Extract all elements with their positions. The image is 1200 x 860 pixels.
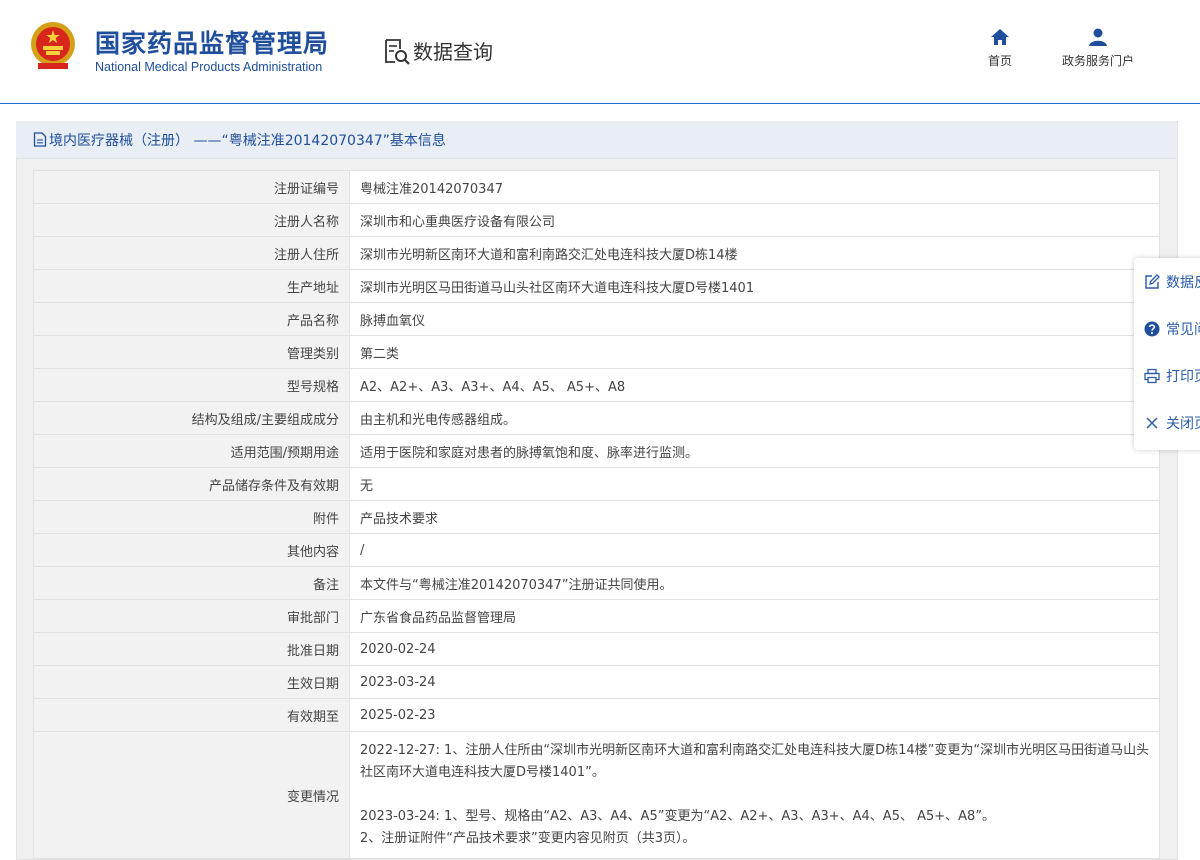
change-line: 2022-12-27: 1、注册人住所由“深圳市光明新区南环大道和富利南路交汇处… (360, 743, 1150, 780)
site-header: 国家药品监督管理局 National Medical Products Admi… (0, 0, 1200, 104)
row-value: 2020-02-24 (349, 632, 1160, 666)
data-query-title: 数据查询 (383, 36, 493, 65)
panel-title: 境内医疗器械（注册） ——“粤械注准20142070347”基本信息 (49, 132, 446, 149)
row-key: 产品储存条件及有效期 (33, 467, 350, 501)
help-icon (1144, 321, 1160, 337)
row-key: 变更情况 (33, 731, 350, 859)
row-value: 深圳市和心重典医疗设备有限公司 (349, 203, 1160, 237)
table-row: 型号规格 A2、A2+、A3、A3+、A4、A5、 A5+、A8 (33, 368, 1160, 402)
row-key: 审批部门 (33, 599, 350, 633)
close-page-label: 关闭页面 (1166, 416, 1200, 432)
row-value: 产品技术要求 (349, 500, 1160, 534)
feedback-label: 数据反馈 (1166, 275, 1200, 291)
row-value: 脉搏血氧仪 (349, 302, 1160, 336)
user-icon (1089, 28, 1107, 46)
nav-gov-service-portal[interactable]: 政务服务门户 (1050, 28, 1146, 69)
row-key: 有效期至 (33, 698, 350, 732)
nav-gov-label: 政务服务门户 (1061, 54, 1134, 68)
row-key: 注册人名称 (33, 203, 350, 237)
table-row: 其他内容 / (33, 533, 1160, 567)
row-key: 生效日期 (33, 665, 350, 699)
row-key: 注册证编号 (33, 170, 350, 204)
feedback-button[interactable]: 数据反馈 (1134, 267, 1200, 297)
row-key: 批准日期 (33, 632, 350, 666)
row-key: 注册人住所 (33, 236, 350, 270)
row-value: 本文件与“粤械注准20142070347”注册证共同使用。 (349, 566, 1160, 600)
table-row: 结构及组成/主要组成成分 由主机和光电传感器组成。 (33, 401, 1160, 435)
national-emblem-icon (31, 22, 75, 69)
close-icon (1146, 417, 1158, 429)
org-name-cn[interactable]: 国家药品监督管理局 (95, 24, 329, 60)
change-line: 2023-03-24: 1、型号、规格由“A2、A3、A4、A5”变更为“A2、… (360, 809, 996, 824)
edit-icon (1145, 274, 1160, 289)
row-key: 型号规格 (33, 368, 350, 402)
table-row: 注册证编号 粤械注准20142070347 (33, 170, 1160, 204)
row-value: 由主机和光电传感器组成。 (349, 401, 1160, 435)
row-key: 管理类别 (33, 335, 350, 369)
table-row: 产品名称 脉搏血氧仪 (33, 302, 1160, 336)
table-row: 产品储存条件及有效期无 (33, 467, 1160, 501)
table-row: 备注 本文件与“粤械注准20142070347”注册证共同使用。 (33, 566, 1160, 600)
table-row: 有效期至 2025-02-23 (33, 698, 1160, 732)
row-value: 无 (349, 467, 1160, 501)
print-icon (1144, 368, 1160, 384)
table-row: 批准日期 2020-02-24 (33, 632, 1160, 666)
close-page-button[interactable]: 关闭页面 (1134, 408, 1200, 438)
org-name-en[interactable]: National Medical Products Administration (95, 60, 322, 74)
table-row: 附件 产品技术要求 (33, 500, 1160, 534)
row-value: 广东省食品药品监督管理局 (349, 599, 1160, 633)
row-value: 2022-12-27: 1、注册人住所由“深圳市光明新区南环大道和富利南路交汇处… (349, 731, 1160, 859)
data-search-icon (385, 38, 410, 65)
table-row: 变更情况 2022-12-27: 1、注册人住所由“深圳市光明新区南环大道和富利… (33, 731, 1160, 859)
nav-home[interactable]: 首页 (978, 28, 1022, 69)
table-row: 审批部门 广东省食品药品监督管理局 (33, 599, 1160, 633)
row-value: 粤械注准20142070347 (349, 170, 1160, 204)
faq-button[interactable]: 常见问题 (1134, 314, 1200, 344)
document-icon (33, 132, 47, 147)
row-value: 2025-02-23 (349, 698, 1160, 732)
row-value: 深圳市光明区马田街道马山头社区南环大道电连科技大厦D号楼1401 (349, 269, 1160, 303)
floating-toolbar: 数据反馈 常见问题 打印页面 关闭页面 (1134, 258, 1200, 450)
row-value: 2023-03-24 (349, 665, 1160, 699)
row-key: 产品名称 (33, 302, 350, 336)
table-row: 注册人名称 深圳市和心重典医疗设备有限公司 (33, 203, 1160, 237)
faq-label: 常见问题 (1166, 322, 1200, 338)
table-row: 适用范围/预期用途 适用于医院和家庭对患者的脉搏氧饱和度、脉率进行监测。 (33, 434, 1160, 468)
print-button[interactable]: 打印页面 (1134, 361, 1200, 391)
data-query-label: 数据查询 (413, 40, 493, 64)
table-row: 管理类别 第二类 (33, 335, 1160, 369)
row-key: 生产地址 (33, 269, 350, 303)
row-key: 备注 (33, 566, 350, 600)
change-line: 2、注册证附件“产品技术要求”变更内容见附页（共3页）。 (360, 831, 696, 846)
row-value: 第二类 (349, 335, 1160, 369)
nav-home-label: 首页 (987, 54, 1012, 68)
row-value: / (349, 533, 1160, 567)
table-row: 注册人住所 深圳市光明新区南环大道和富利南路交汇处电连科技大厦D栋14楼 (33, 236, 1160, 270)
device-info-table: 注册证编号 粤械注准20142070347 注册人名称 深圳市和心重典医疗设备有限公司… (33, 170, 1160, 859)
row-key: 适用范围/预期用途 (33, 434, 350, 468)
row-value: A2、A2+、A3、A3+、A4、A5、 A5+、A8 (349, 368, 1160, 402)
row-key: 结构及组成/主要组成成分 (33, 401, 350, 435)
panel-title-bar: 境内医疗器械（注册） ——“粤械注准20142070347”基本信息 (16, 121, 1176, 159)
print-label: 打印页面 (1166, 369, 1200, 385)
table-row: 生产地址 深圳市光明区马田街道马山头社区南环大道电连科技大厦D号楼1401 (33, 269, 1160, 303)
row-key: 其他内容 (33, 533, 350, 567)
table-row: 生效日期 2023-03-24 (33, 665, 1160, 699)
home-icon (991, 29, 1009, 45)
row-value: 深圳市光明新区南环大道和富利南路交汇处电连科技大厦D栋14楼 (349, 236, 1160, 270)
row-value: 适用于医院和家庭对患者的脉搏氧饱和度、脉率进行监测。 (349, 434, 1160, 468)
row-key: 附件 (33, 500, 350, 534)
